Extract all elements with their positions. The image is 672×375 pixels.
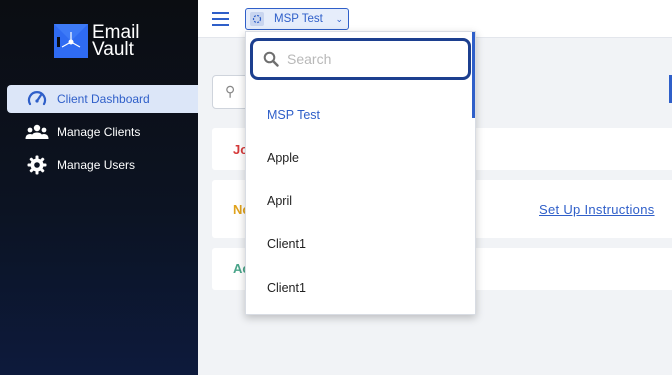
dropdown-search-box[interactable] <box>250 38 471 80</box>
search-icon: ⚲ <box>225 83 236 99</box>
org-icon <box>250 12 264 26</box>
dropdown-option-apple[interactable]: Apple <box>267 151 299 165</box>
gear-icon <box>25 155 49 175</box>
sidebar-nav: Client Dashboard Manage Clients Manage U… <box>7 85 198 184</box>
sidebar-item-client-dashboard[interactable]: Client Dashboard <box>7 85 198 113</box>
org-dropdown-menu: MSP Test Apple April Client1 Client1 <box>245 31 476 315</box>
setup-instructions-link[interactable]: Set Up Instructions <box>539 202 655 217</box>
dropdown-option-msp-test[interactable]: MSP Test <box>267 108 320 122</box>
users-group-icon <box>25 122 49 142</box>
sidebar-item-manage-clients[interactable]: Manage Clients <box>7 118 198 146</box>
sidebar-item-label: Client Dashboard <box>57 92 150 106</box>
sidebar: Email Vault Client Dashboard Manage Clie… <box>0 0 198 375</box>
dropdown-option-april[interactable]: April <box>267 194 292 208</box>
org-selector[interactable]: MSP Test ⌄ <box>245 8 349 30</box>
hamburger-menu-icon[interactable] <box>212 12 229 26</box>
sidebar-item-label: Manage Clients <box>57 125 141 139</box>
logo-text-line2: Vault <box>92 39 134 60</box>
dropdown-search-input[interactable] <box>287 51 447 67</box>
org-selector-value: MSP Test <box>274 13 323 25</box>
chevron-down-icon: ⌄ <box>335 14 343 24</box>
sidebar-item-manage-users[interactable]: Manage Users <box>7 151 198 179</box>
sidebar-item-label: Manage Users <box>57 158 136 172</box>
dropdown-scrollbar[interactable] <box>472 32 475 118</box>
logo-mark-icon <box>54 24 88 58</box>
email-vault-logo[interactable]: Email Vault <box>54 23 140 60</box>
speedometer-icon <box>25 89 49 109</box>
search-icon <box>263 51 279 67</box>
dropdown-option-client1[interactable]: Client1 <box>267 237 306 251</box>
dropdown-option-client1[interactable]: Client1 <box>267 281 306 295</box>
